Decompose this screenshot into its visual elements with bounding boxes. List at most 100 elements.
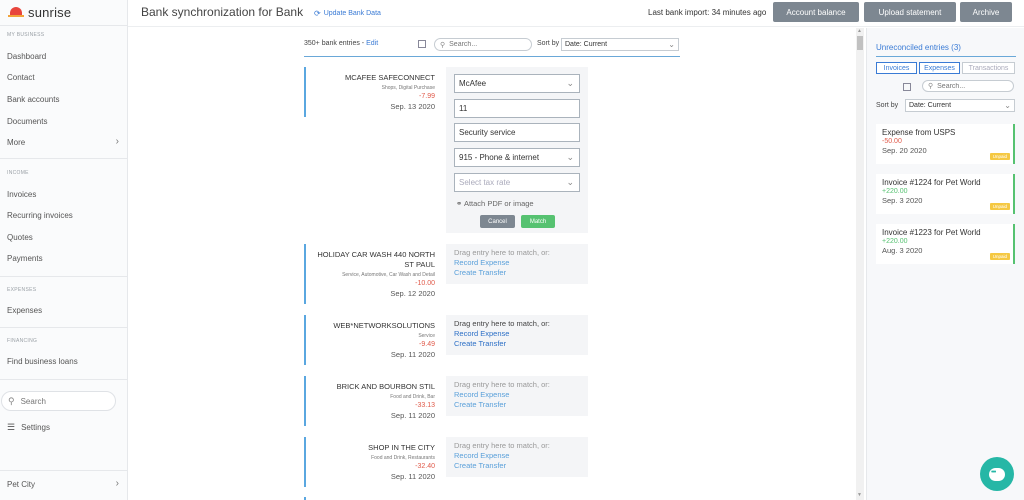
sidebar-divider (0, 327, 128, 328)
sort-select[interactable]: Date: Current ⌄ (561, 38, 679, 51)
cancel-button[interactable]: Cancel (480, 215, 515, 228)
record-expense-link[interactable]: Record Expense (454, 329, 588, 338)
match-form: McAfee ⌄ 11 Security service 915 - Phone… (446, 67, 588, 233)
record-expense-link[interactable]: Record Expense (454, 451, 588, 460)
tab-invoices[interactable]: Invoices (876, 62, 917, 74)
main-scrollbar[interactable]: ▲ ▼ (856, 28, 864, 500)
entry-date: Sep. 11 2020 (390, 411, 435, 420)
create-transfer-link[interactable]: Create Transfer (454, 400, 588, 409)
drop-hint: Drag entry here to match, or: (454, 380, 550, 389)
topbar: Bank synchronization for Bank ⟳ Update B… (128, 0, 1024, 27)
drop-zone[interactable]: Drag entry here to match, or: Record Exp… (446, 376, 588, 416)
create-transfer-link[interactable]: Create Transfer (454, 339, 588, 348)
sidebar-item-contact[interactable]: Contact (7, 73, 35, 82)
match-button[interactable]: Match (521, 215, 555, 228)
update-bank-data-label: Update Bank Data (323, 10, 381, 17)
paperclip-icon: ⚭ (456, 199, 463, 208)
drop-zone[interactable]: Drag entry here to match, or: Record Exp… (446, 244, 588, 284)
tab-transactions[interactable]: Transactions (962, 62, 1015, 74)
entry-name: HOLIDAY CAR WASH 440 NORTH ST PAUL (317, 250, 435, 269)
search-icon: ⚲ (440, 41, 446, 49)
sidebar-item-more-label: More (7, 138, 26, 147)
logo[interactable]: sunrise (8, 4, 71, 20)
scroll-down-icon[interactable]: ▼ (857, 492, 862, 498)
status-badge: Unpaid (989, 203, 1010, 210)
scrollbar-thumb[interactable] (857, 36, 863, 50)
account-select[interactable]: 915 - Phone & internet ⌄ (454, 148, 580, 167)
sidebar-item-invoices[interactable]: Invoices (7, 190, 36, 199)
archive-button[interactable]: Archive (960, 2, 1012, 22)
account-value: 915 - Phone & internet (459, 153, 540, 162)
entries-count: 350+ bank entries - (304, 40, 367, 47)
sidebar-divider (0, 25, 128, 26)
sidebar-item-documents[interactable]: Documents (7, 117, 47, 126)
bank-entry[interactable]: SHOP IN THE CITY Food and Drink, Restaur… (304, 437, 440, 487)
sidebar-divider (0, 379, 128, 380)
unreconciled-search[interactable]: ⚲ (922, 80, 1014, 92)
bank-entry[interactable]: MCAFEE SAFECONNECT Shops, Digital Purcha… (304, 67, 440, 117)
sidebar-item-bank-accounts[interactable]: Bank accounts (7, 95, 59, 104)
bank-entry[interactable]: WEB*NETWORKSOLUTIONS Service -9.49 Sep. … (304, 315, 440, 365)
record-expense-link[interactable]: Record Expense (454, 390, 588, 399)
sidebar-item-expenses[interactable]: Expenses (7, 306, 42, 315)
unreconciled-title[interactable]: Unreconciled entries (3) (876, 43, 961, 52)
number-input[interactable]: 11 (454, 99, 580, 118)
entry-amount: -9.49 (419, 341, 435, 348)
unreconciled-panel: Unreconciled entries (3) Invoices Expens… (866, 28, 1024, 500)
sidebar-item-dashboard[interactable]: Dashboard (7, 52, 46, 61)
unreconciled-card[interactable]: Invoice #1224 for Pet World +220.00 Sep.… (876, 174, 1015, 214)
sidebar-item-more[interactable]: More (7, 138, 121, 147)
entry-name: WEB*NETWORKSOLUTIONS (333, 321, 435, 330)
bank-entry[interactable]: BRICK AND BOURBON STIL Food and Drink, B… (304, 376, 440, 426)
entries-search[interactable]: ⚲ (434, 38, 532, 51)
sidebar-item-payments[interactable]: Payments (7, 254, 43, 263)
company-switcher[interactable]: Pet City (7, 480, 35, 489)
vendor-value: McAfee (459, 79, 487, 88)
unreconciled-card[interactable]: Invoice #1223 for Pet World +220.00 Aug.… (876, 224, 1015, 264)
sidebar-search[interactable]: ⚲ (1, 391, 116, 411)
chat-icon (989, 467, 1005, 481)
card-title: Invoice #1223 for Pet World (882, 228, 981, 237)
drop-hint: Drag entry here to match, or: (454, 248, 550, 257)
search-icon: ⚲ (8, 395, 15, 406)
chat-button[interactable] (980, 457, 1014, 491)
rp-sort-label: Sort by (876, 102, 899, 109)
unreconciled-card[interactable]: Expense from USPS -50.00 Sep. 20 2020 Un… (876, 124, 1015, 164)
card-amount: -50.00 (882, 138, 902, 145)
entry-date: Sep. 12 2020 (390, 289, 435, 298)
upload-statement-button[interactable]: Upload statement (864, 2, 956, 22)
card-title: Expense from USPS (882, 128, 956, 137)
scroll-up-icon[interactable]: ▲ (857, 28, 862, 34)
sidebar: sunrise MY BUSINESS Dashboard Contact Ba… (0, 0, 128, 500)
calendar-icon[interactable] (903, 83, 911, 91)
description-input[interactable]: Security service (454, 123, 580, 142)
chevron-down-icon: ⌄ (668, 40, 675, 49)
entries-search-input[interactable] (449, 41, 520, 48)
rp-sort-select[interactable]: Date: Current ⌄ (905, 99, 1015, 112)
sort-label: Sort by (537, 40, 560, 47)
vendor-select[interactable]: McAfee ⌄ (454, 74, 580, 93)
account-balance-button[interactable]: Account balance (773, 2, 859, 22)
sidebar-item-find-loans[interactable]: Find business loans (7, 357, 78, 366)
sidebar-item-recurring-invoices[interactable]: Recurring invoices (7, 211, 73, 220)
drop-zone-active[interactable]: Drag entry here to match, or: Record Exp… (446, 315, 588, 355)
chevron-down-icon: ⌄ (566, 177, 574, 187)
status-badge: Unpaid (989, 253, 1010, 260)
tax-rate-select[interactable]: Select tax rate ⌄ (454, 173, 580, 192)
attach-file-link[interactable]: ⚭ Attach PDF or image (456, 199, 534, 208)
create-transfer-link[interactable]: Create Transfer (454, 268, 588, 277)
drop-zone[interactable]: Drag entry here to match, or: Record Exp… (446, 437, 588, 477)
sidebar-search-input[interactable] (20, 396, 101, 406)
unreconciled-search-input[interactable] (937, 82, 998, 90)
chevron-right-icon: › (115, 478, 119, 489)
update-bank-data-link[interactable]: ⟳ Update Bank Data (314, 9, 381, 18)
calendar-icon[interactable] (418, 40, 426, 48)
tab-expenses[interactable]: Expenses (919, 62, 960, 74)
sidebar-item-settings[interactable]: ☰ Settings (7, 422, 50, 433)
create-transfer-link[interactable]: Create Transfer (454, 461, 588, 470)
record-expense-link[interactable]: Record Expense (454, 258, 588, 267)
description-value: Security service (459, 128, 516, 137)
bank-entry[interactable]: HOLIDAY CAR WASH 440 NORTH ST PAUL Servi… (304, 244, 440, 304)
edit-link[interactable]: Edit (366, 40, 378, 47)
sidebar-item-quotes[interactable]: Quotes (7, 233, 33, 242)
